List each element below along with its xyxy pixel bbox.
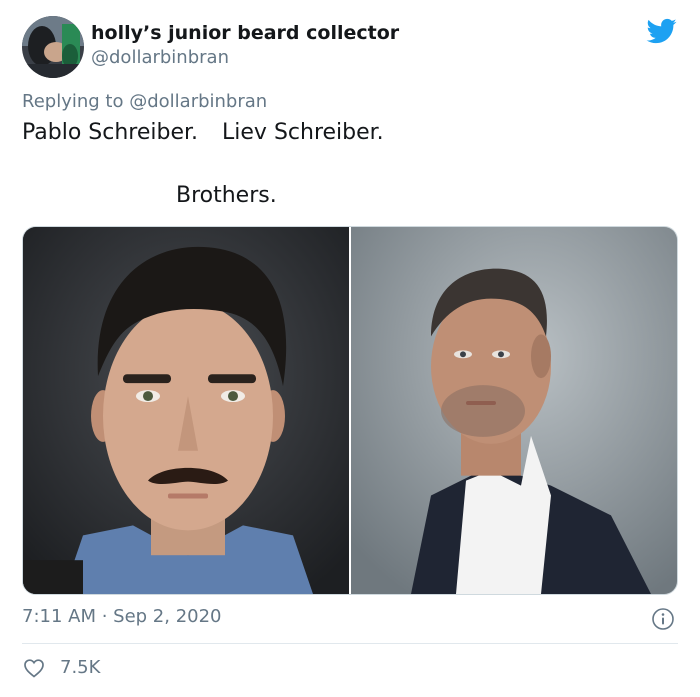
tweet-text-line-2: Brothers. [176, 183, 277, 208]
info-icon[interactable] [651, 607, 675, 631]
twitter-bird-icon[interactable] [646, 16, 678, 46]
photo-left[interactable] [23, 227, 349, 594]
user-handle[interactable]: @dollarbinbran [91, 47, 229, 68]
tweet-text-name-1: Pablo Schreiber. [22, 120, 199, 145]
tweet-media [22, 226, 678, 595]
photo-left-image [23, 227, 349, 594]
divider [22, 643, 678, 644]
tweet-timestamp[interactable]: 7:11 AM · Sep 2, 2020 [22, 606, 222, 627]
replying-to-line: Replying to @dollarbinbran [22, 91, 267, 112]
photo-right-image [351, 227, 677, 594]
photo-right[interactable] [351, 227, 677, 594]
replying-prefix: Replying to [22, 91, 124, 112]
tweet-card: holly’s junior beard collector @dollarbi… [0, 0, 700, 697]
like-count: 7.5K [60, 657, 101, 678]
avatar[interactable] [22, 16, 84, 78]
avatar-image [22, 16, 84, 78]
tweet-text-name-2: Liev Schreiber. [222, 120, 384, 145]
heart-icon[interactable] [22, 656, 46, 680]
replying-mention-link[interactable]: @dollarbinbran [129, 91, 267, 112]
display-name[interactable]: holly’s junior beard collector [91, 22, 399, 44]
tweet-text-line-1: Pablo Schreiber. Liev Schreiber. [22, 120, 384, 145]
